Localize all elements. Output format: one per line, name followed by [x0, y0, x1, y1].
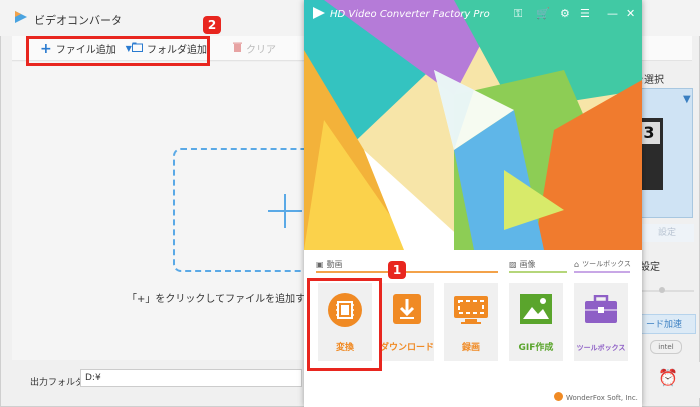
- section-toolbox-label: ツールボックス: [582, 260, 631, 268]
- section-image: ▨ 画像: [509, 259, 536, 270]
- key-icon[interactable]: ⚿: [514, 7, 522, 21]
- menu-list-icon[interactable]: ☰: [580, 7, 590, 20]
- wonderfox-logo-icon: [554, 392, 563, 403]
- launcher-footer: WonderFox Soft, Inc.: [554, 392, 638, 403]
- toolbox-tile[interactable]: ツールボックス: [574, 283, 628, 361]
- film-icon: ▣: [316, 260, 324, 269]
- section-image-underline: [509, 271, 567, 273]
- section-toolbox: ⌂ ツールボックス: [574, 259, 631, 269]
- quality-slider[interactable]: [640, 290, 694, 292]
- section-toolbox-underline: [574, 271, 630, 273]
- download-tile[interactable]: ダウンロード: [380, 283, 434, 361]
- alarm-clock-icon[interactable]: ⏰: [656, 368, 680, 390]
- annotation-box-1: [307, 278, 382, 371]
- annotation-box-2: [26, 36, 210, 66]
- download-label: ダウンロード: [380, 343, 435, 353]
- section-video: ▣ 動画: [316, 259, 343, 270]
- record-tile[interactable]: 録画: [444, 283, 498, 361]
- chevron-down-icon[interactable]: ▼: [683, 94, 691, 105]
- close-icon[interactable]: ✕: [626, 7, 635, 20]
- download-icon: [392, 293, 422, 328]
- picture-icon: ▨: [509, 260, 517, 269]
- gif-maker-tile[interactable]: GIF作成: [509, 283, 563, 361]
- slider-handle[interactable]: [659, 287, 665, 293]
- section-image-label: 画像: [519, 260, 536, 269]
- output-folder-field[interactable]: D:¥: [80, 369, 302, 387]
- quality-setting-label: 設定: [640, 262, 660, 273]
- launcher-banner-art: [304, 0, 642, 250]
- window-title: ビデオコンバータ: [34, 14, 122, 27]
- section-video-label: 動画: [326, 260, 343, 269]
- screen-record-icon: [453, 295, 489, 328]
- image-gif-icon: [519, 293, 553, 328]
- section-video-underline: [316, 271, 498, 273]
- clear-label: クリア: [246, 45, 276, 56]
- parameter-settings-button[interactable]: 設定: [640, 224, 694, 242]
- trash-icon: [233, 42, 242, 55]
- toolbox-label: ツールボックス: [576, 344, 626, 352]
- gear-icon[interactable]: ⚙: [560, 7, 570, 20]
- toolbox-small-icon: ⌂: [574, 259, 580, 269]
- gif-maker-label: GIF作成: [518, 343, 554, 353]
- minimize-icon[interactable]: —: [607, 7, 618, 20]
- launcher-title: HD Video Converter Factory Pro: [330, 9, 490, 20]
- cart-icon[interactable]: 🛒: [536, 7, 550, 20]
- footer-company: WonderFox Soft, Inc.: [566, 393, 638, 402]
- toolbox-icon: [584, 294, 618, 328]
- record-label: 録画: [461, 343, 480, 353]
- intel-badge: intel: [650, 340, 682, 354]
- annotation-badge-2: 2: [203, 16, 221, 34]
- add-plus-icon-vertical: [284, 194, 286, 228]
- app-logo-icon: [14, 10, 28, 27]
- app-logo-icon: [312, 6, 326, 23]
- clear-button[interactable]: クリア: [233, 41, 276, 56]
- annotation-badge-1: 1: [388, 261, 406, 279]
